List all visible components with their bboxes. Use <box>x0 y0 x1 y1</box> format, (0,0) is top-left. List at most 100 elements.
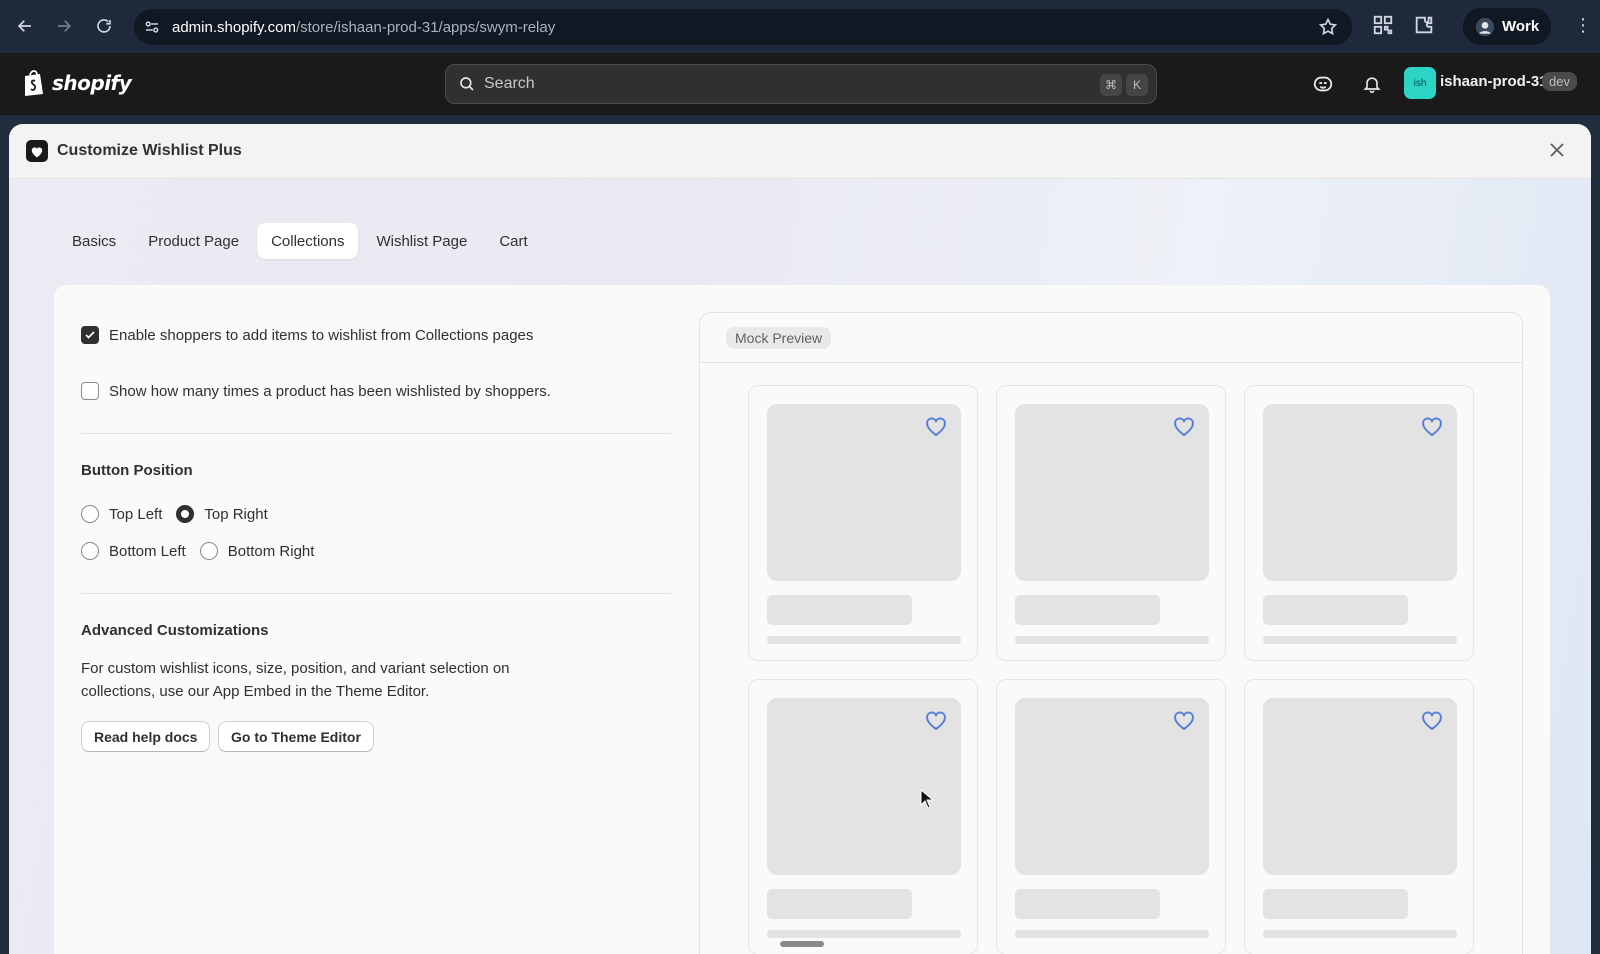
admin-search[interactable]: ⌘ K <box>445 64 1157 104</box>
radio-bottom-right-label: Bottom Right <box>227 542 315 560</box>
sidekick-icon[interactable] <box>1312 73 1334 100</box>
tab-product-page[interactable]: Product Page <box>134 223 253 259</box>
tab-collections[interactable]: Collections <box>257 223 359 259</box>
radio-bottom-left[interactable]: Bottom Left <box>81 542 186 560</box>
product-price-placeholder <box>767 930 961 938</box>
position-radio-row-bottom: Bottom Left Bottom Right <box>81 542 314 560</box>
back-button[interactable] <box>5 6 45 46</box>
advanced-description: For custom wishlist icons, size, positio… <box>81 660 510 700</box>
section-divider <box>81 433 671 434</box>
customize-modal: Customize Wishlist Plus Basics Product P… <box>9 124 1591 954</box>
notifications-bell-icon[interactable] <box>1362 73 1382 100</box>
product-card <box>748 385 978 661</box>
url-path: /store/ishaan-prod-31/apps/swym-relay <box>295 18 556 36</box>
search-input[interactable] <box>484 75 1044 93</box>
product-title-placeholder <box>767 595 912 625</box>
arrow-left-icon <box>17 20 31 32</box>
shortcut-mod-key: ⌘ <box>1100 74 1122 96</box>
product-price-placeholder <box>1263 636 1457 644</box>
show-count-row[interactable]: Show how many times a product has been w… <box>81 382 551 400</box>
search-icon <box>460 77 474 91</box>
extensions-icon[interactable] <box>1413 14 1435 41</box>
radio-top-left-label: Top Left <box>109 505 163 523</box>
store-dev-badge: dev <box>1542 72 1577 91</box>
radio-top-right-control[interactable] <box>176 505 195 523</box>
heart-icon[interactable] <box>924 415 948 437</box>
radio-top-right[interactable]: Top Right <box>176 505 268 523</box>
reload-button[interactable] <box>84 6 124 46</box>
product-price-placeholder <box>767 636 961 644</box>
modal-title: Customize Wishlist Plus <box>57 142 242 159</box>
enable-collections-label: Enable shoppers to add items to wishlist… <box>109 326 534 344</box>
show-count-label: Show how many times a product has been w… <box>109 382 551 400</box>
position-radio-row-top: Top Left Top Right <box>81 505 268 523</box>
store-avatar[interactable]: ish <box>1404 67 1436 99</box>
collections-settings-card: Enable shoppers to add items to wishlist… <box>54 285 1550 954</box>
product-card <box>748 679 978 954</box>
radio-top-left-control[interactable] <box>81 505 99 523</box>
product-card <box>1244 385 1474 661</box>
arrow-right-icon <box>58 20 72 32</box>
advanced-customizations-title: Advanced Customizations <box>81 622 269 639</box>
site-settings-icon[interactable] <box>134 18 170 36</box>
go-to-theme-editor-button[interactable]: Go to Theme Editor <box>218 721 374 752</box>
product-title-placeholder <box>1263 595 1408 625</box>
radio-bottom-right[interactable]: Bottom Right <box>199 542 315 560</box>
browser-toolbar: admin.shopify.com/store/ishaan-prod-31/a… <box>0 0 1600 53</box>
heart-icon[interactable] <box>1420 709 1444 731</box>
product-title-placeholder <box>1015 595 1160 625</box>
shopify-bag-icon <box>25 70 43 96</box>
show-count-checkbox[interactable] <box>81 382 99 400</box>
bookmark-star-icon[interactable] <box>1318 17 1338 42</box>
store-name[interactable]: ishaan-prod-31 <box>1440 73 1548 90</box>
radio-bottom-left-label: Bottom Left <box>109 542 186 560</box>
product-price-placeholder <box>1263 930 1457 938</box>
mock-preview-badge: Mock Preview <box>726 326 832 349</box>
tab-wishlist-page[interactable]: Wishlist Page <box>362 223 481 259</box>
shopify-wordmark: shopify <box>52 71 132 95</box>
heart-icon[interactable] <box>1172 709 1196 731</box>
checkmark-icon <box>85 331 95 339</box>
radio-top-right-label: Top Right <box>204 505 268 523</box>
settings-tabs: Basics Product Page Collections Wishlist… <box>58 223 542 259</box>
browser-menu-icon[interactable]: ⋮ <box>1574 16 1592 34</box>
browser-profile-button[interactable]: Work <box>1463 8 1551 45</box>
profile-label: Work <box>1502 18 1540 35</box>
reload-icon <box>97 19 111 33</box>
url-host: admin.shopify.com <box>172 18 296 36</box>
modal-content: Basics Product Page Collections Wishlist… <box>9 179 1591 954</box>
button-position-title: Button Position <box>81 462 193 479</box>
preview-scrollbar-handle[interactable] <box>780 941 824 947</box>
shortcut-k-key: K <box>1126 74 1148 96</box>
heart-icon[interactable] <box>1420 415 1444 437</box>
address-bar[interactable]: admin.shopify.com/store/ishaan-prod-31/a… <box>134 9 1352 45</box>
tab-cart[interactable]: Cart <box>485 223 541 259</box>
product-title-placeholder <box>1263 889 1408 919</box>
section-divider <box>81 593 671 594</box>
url-text: admin.shopify.com/store/ishaan-prod-31/a… <box>172 19 555 36</box>
product-price-placeholder <box>1015 636 1209 644</box>
profile-avatar-icon <box>1475 17 1495 36</box>
wishlist-app-icon <box>26 140 48 162</box>
forward-button[interactable] <box>44 6 84 46</box>
product-card <box>996 679 1226 954</box>
shopify-logo[interactable]: shopify <box>22 69 132 97</box>
mouse-pointer-icon <box>920 789 934 809</box>
heart-icon[interactable] <box>924 709 948 731</box>
radio-top-left[interactable]: Top Left <box>81 505 162 523</box>
enable-collections-checkbox[interactable] <box>81 326 99 344</box>
enable-collections-row[interactable]: Enable shoppers to add items to wishlist… <box>81 326 533 344</box>
close-icon[interactable] <box>1545 138 1569 167</box>
product-card <box>1244 679 1474 954</box>
product-title-placeholder <box>1015 889 1160 919</box>
product-card <box>996 385 1226 661</box>
product-title-placeholder <box>767 889 912 919</box>
read-help-docs-button[interactable]: Read help docs <box>81 721 211 752</box>
mock-preview-header: Mock Preview <box>700 313 1522 363</box>
radio-bottom-right-control[interactable] <box>199 542 218 560</box>
tab-basics[interactable]: Basics <box>58 223 130 259</box>
radio-bottom-left-control[interactable] <box>81 542 99 560</box>
qr-code-icon[interactable] <box>1372 14 1394 41</box>
heart-icon[interactable] <box>1172 415 1196 437</box>
modal-header: Customize Wishlist Plus <box>9 124 1591 179</box>
